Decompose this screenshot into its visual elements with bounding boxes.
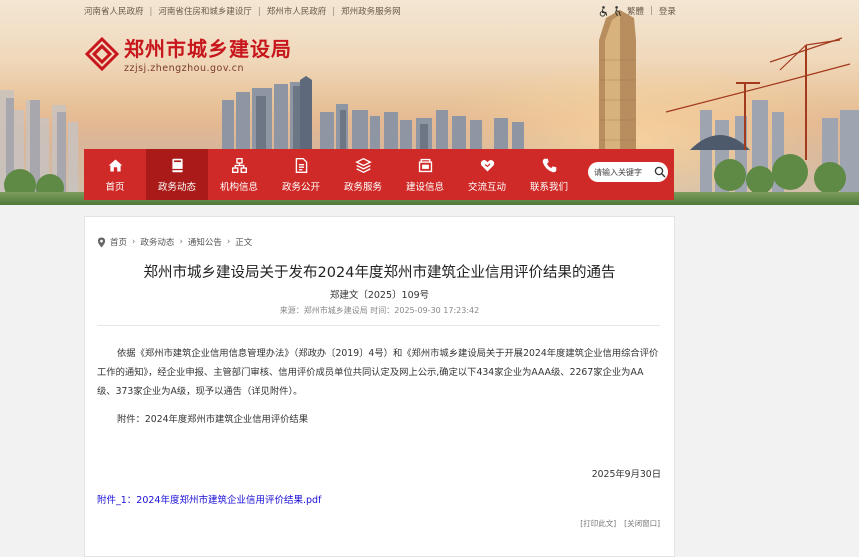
document-icon <box>295 157 307 173</box>
home-icon <box>108 159 122 171</box>
breadcrumb-separator: › <box>132 237 136 247</box>
location-pin-icon <box>97 237 106 247</box>
attachment-pdf-link[interactable]: 附件_1：2024年度郑州市建筑企业信用评价结果.pdf <box>97 492 321 506</box>
folder-icon <box>418 158 432 172</box>
separator: | <box>650 6 653 16</box>
search-box <box>588 162 668 182</box>
site-url: zzjsj.zhengzhou.gov.cn <box>124 63 244 74</box>
book-icon <box>171 158 183 172</box>
article-title: 郑州市城乡建设局关于发布2024年度郑州市建筑企业信用评价结果的通告 <box>143 265 616 281</box>
separator: | <box>257 7 261 17</box>
nav-label: 机构信息 <box>219 181 258 193</box>
breadcrumb-current: 正文 <box>235 238 253 248</box>
nav-item-organization[interactable]: 机构信息 <box>208 149 270 200</box>
separator: | <box>149 7 153 17</box>
top-tools: 繁體 | 登录 <box>598 5 676 17</box>
close-window-button[interactable]: [关闭窗口] <box>624 519 660 528</box>
layers-icon <box>354 157 372 173</box>
article-meta: 来源：郑州市城乡建设局 时间：2025-09-30 17:23:42 <box>279 306 480 315</box>
search-icon[interactable] <box>654 166 666 178</box>
nav-item-disclosure[interactable]: 政务公开 <box>270 149 332 200</box>
divider <box>97 325 660 326</box>
nav-label: 联系我们 <box>529 181 568 193</box>
nav-item-interaction[interactable]: 交流互动 <box>456 149 518 200</box>
nav-label: 首页 <box>105 181 125 193</box>
breadcrumb-separator: › <box>226 237 231 247</box>
nav-label: 政务动态 <box>157 181 196 193</box>
document-number: 郑建文〔2025〕109号 <box>329 290 430 301</box>
article-card: 首页 › 政务动态 › 通知公告 › 正文 郑州市城乡建设局关于发布2024年度… <box>84 216 675 557</box>
nav-item-news[interactable]: 政务动态 <box>146 149 208 200</box>
bureau-emblem-icon <box>84 36 120 71</box>
article-actions: [打印此文] [关闭窗口] <box>580 518 660 529</box>
top-link-henan-gov[interactable]: 河南省人民政府 <box>84 7 144 17</box>
nav-label: 交流互动 <box>467 181 506 193</box>
search-input[interactable] <box>594 167 652 177</box>
main-nav: 首页 政务动态 机构信息 政务公开 政务服务 建设信息 交流互动 联系我们 <box>84 149 674 200</box>
nav-item-services[interactable]: 政务服务 <box>332 149 394 200</box>
elderly-mode-icon[interactable] <box>612 5 623 17</box>
wheelchair-icon[interactable] <box>598 5 609 17</box>
site-logo[interactable]: 郑州市城乡建设局 zzjsj.zhengzhou.gov.cn <box>84 33 292 74</box>
traditional-chinese-link[interactable]: 繁體 <box>627 5 644 17</box>
nav-item-home[interactable]: 首页 <box>84 149 146 200</box>
handshake-icon <box>480 159 494 171</box>
nav-label: 政务公开 <box>281 181 320 193</box>
top-links-bar: 河南省人民政府 | 河南省住房和城乡建设厅 | 郑州市人民政府 | 郑州政务服务网 <box>84 5 401 17</box>
print-button[interactable]: [打印此文] <box>580 519 616 528</box>
article-paragraph: 依据《郑州市建筑企业信用信息管理办法》（郑政办〔2019〕4号）和《郑州市城乡建… <box>97 348 659 397</box>
breadcrumb-separator: › <box>179 237 183 247</box>
top-link-henan-housing[interactable]: 河南省住房和城乡建设厅 <box>158 7 252 17</box>
login-link[interactable]: 登录 <box>659 5 676 17</box>
nav-item-contact[interactable]: 联系我们 <box>518 149 580 200</box>
top-link-zhengzhou-service[interactable]: 郑州政务服务网 <box>341 7 401 17</box>
nav-label: 政务服务 <box>343 181 382 193</box>
breadcrumb-home[interactable]: 首页 <box>110 236 127 248</box>
attachment-note: 附件：2024年度郑州市建筑企业信用评价结果 <box>117 414 309 425</box>
site-title: 郑州市城乡建设局 <box>124 37 292 61</box>
nav-item-construction-info[interactable]: 建设信息 <box>394 149 456 200</box>
phone-icon <box>542 158 556 172</box>
breadcrumb: 首页 › 政务动态 › 通知公告 › 正文 <box>97 236 252 248</box>
org-chart-icon <box>231 157 247 173</box>
nav-label: 建设信息 <box>405 181 444 193</box>
issue-date: 2025年9月30日 <box>591 469 661 480</box>
top-link-zhengzhou-gov[interactable]: 郑州市人民政府 <box>267 7 327 17</box>
breadcrumb-news[interactable]: 政务动态 <box>140 236 174 248</box>
separator: | <box>332 7 336 17</box>
breadcrumb-notices[interactable]: 通知公告 <box>188 236 222 248</box>
